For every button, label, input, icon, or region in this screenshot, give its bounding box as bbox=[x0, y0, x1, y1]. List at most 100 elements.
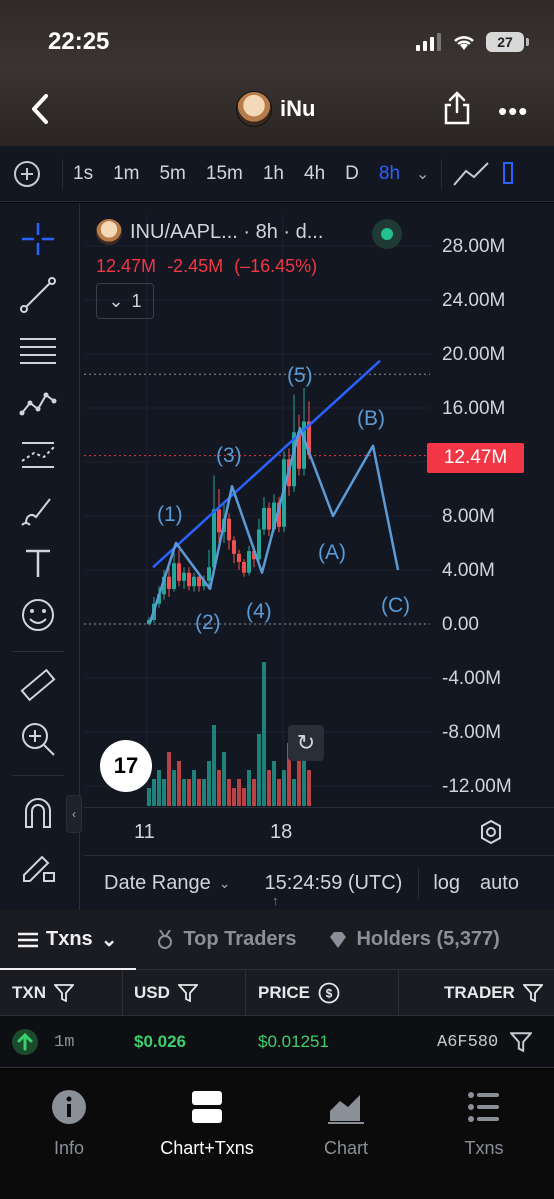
nav-chart-txns[interactable]: Chart+Txns bbox=[147, 1089, 267, 1159]
volume-bar bbox=[252, 779, 256, 806]
volume-bar bbox=[222, 752, 226, 806]
interval-4h[interactable]: 4h bbox=[304, 163, 325, 185]
chevron-down-icon: ⌄ bbox=[108, 290, 124, 311]
current-price-tag: 12.47M bbox=[427, 443, 524, 473]
tradingview-logo[interactable]: 17 bbox=[100, 740, 152, 792]
chart-icon bbox=[328, 1095, 364, 1124]
trader-cell[interactable]: A6F580 bbox=[437, 1016, 533, 1068]
txn-cell: 1m bbox=[12, 1016, 74, 1068]
table-row[interactable]: 1m $0.026 $0.01251 A6F580 bbox=[0, 1016, 554, 1068]
tab-holders[interactable]: Holders (5,377) bbox=[328, 928, 500, 951]
timezone-clock[interactable]: 15:24:59 (UTC) bbox=[264, 872, 402, 895]
interval-1h[interactable]: 1h bbox=[263, 163, 284, 185]
volume-bar bbox=[217, 770, 221, 806]
chart-settings-icon[interactable] bbox=[478, 819, 504, 845]
candle-body bbox=[247, 551, 251, 573]
currency-toggle-icon[interactable]: $ bbox=[318, 982, 340, 1004]
interval-1m[interactable]: 1m bbox=[113, 163, 139, 185]
y-tick: 20.00M bbox=[442, 344, 506, 365]
volume-bar bbox=[282, 770, 286, 806]
col-usd[interactable]: USD bbox=[134, 970, 198, 1016]
wave-label-a: (A) bbox=[318, 541, 346, 564]
nav-chart[interactable]: Chart bbox=[286, 1089, 406, 1159]
candle-body bbox=[177, 563, 181, 581]
interval-8h[interactable]: 8h bbox=[379, 163, 400, 185]
volume-bar bbox=[147, 788, 151, 806]
usd-cell: $0.026 bbox=[134, 1032, 186, 1051]
chevron-down-icon: ⌄ bbox=[100, 929, 118, 951]
indicator-count: 1 bbox=[131, 290, 142, 311]
y-tick: 28.00M bbox=[442, 236, 506, 257]
candle-body bbox=[242, 561, 246, 573]
candle-body bbox=[167, 576, 171, 589]
candle-body bbox=[227, 518, 231, 541]
x-tick: 18 bbox=[270, 821, 293, 843]
app-header: 22:25 27 iNu ••• bbox=[0, 0, 554, 146]
interval-5m[interactable]: 5m bbox=[159, 163, 185, 185]
reset-chart-icon[interactable]: ↻ bbox=[288, 725, 324, 761]
share-icon[interactable] bbox=[442, 90, 472, 126]
info-icon bbox=[52, 1090, 86, 1124]
volume-bar bbox=[257, 734, 261, 806]
col-price[interactable]: PRICE $ bbox=[258, 970, 340, 1016]
legend-change-pct: (–16.45%) bbox=[234, 256, 318, 276]
log-scale-toggle[interactable]: log bbox=[433, 872, 460, 895]
tab-top-traders[interactable]: Top Traders bbox=[155, 928, 296, 951]
nav-txns[interactable]: Txns bbox=[424, 1089, 544, 1159]
y-tick: 16.00M bbox=[442, 398, 506, 419]
y-tick: -8.00M bbox=[442, 722, 502, 743]
candle-body bbox=[207, 567, 211, 581]
chevron-down-icon[interactable]: ⌄ bbox=[219, 875, 231, 892]
volume-bar bbox=[232, 788, 236, 806]
filter-icon[interactable] bbox=[54, 984, 74, 1002]
volume-bar bbox=[272, 761, 276, 806]
chart-type-icon[interactable] bbox=[452, 159, 492, 189]
y-tick: -4.00M bbox=[442, 668, 502, 689]
y-tick: 8.00M bbox=[442, 506, 495, 527]
chart-area[interactable]: ‹ INU/AAPL... · 8h · d... 12.47M -2.45M … bbox=[0, 203, 554, 910]
battery-indicator: 27 bbox=[486, 32, 529, 52]
nav-info[interactable]: Info bbox=[9, 1089, 129, 1159]
filter-icon[interactable] bbox=[177, 984, 198, 1002]
date-range-button[interactable]: Date Range bbox=[104, 872, 211, 895]
auto-scale-toggle[interactable]: auto bbox=[480, 872, 519, 895]
volume-bar bbox=[242, 788, 246, 806]
filter-icon[interactable] bbox=[510, 1032, 533, 1052]
candle-body bbox=[237, 553, 241, 562]
add-symbol-icon[interactable] bbox=[14, 160, 40, 187]
wave-label-2: (2) bbox=[195, 611, 221, 634]
tab-txns[interactable]: Txns ⌄ bbox=[18, 927, 117, 952]
interval-15m[interactable]: 15m bbox=[206, 163, 243, 185]
volume-bar bbox=[157, 770, 161, 806]
col-txn[interactable]: TXN bbox=[12, 970, 74, 1016]
collapse-indicators-button[interactable]: ⌄ 1 bbox=[96, 283, 154, 319]
wave-label-3: (3) bbox=[216, 444, 242, 467]
volume-bar bbox=[212, 725, 216, 806]
interval-dropdown-icon[interactable]: ⌄ bbox=[416, 164, 429, 184]
candle-body bbox=[262, 507, 266, 530]
list-icon bbox=[468, 1092, 499, 1122]
page-title: iNu bbox=[280, 96, 316, 121]
token-title: iNu bbox=[236, 91, 315, 127]
more-icon[interactable]: ••• bbox=[498, 96, 528, 127]
chart-txns-icon bbox=[192, 1091, 222, 1123]
volume-bar bbox=[192, 770, 196, 806]
token-avatar bbox=[236, 91, 272, 127]
candles-icon[interactable] bbox=[502, 159, 516, 189]
chart-legend[interactable]: INU/AAPL... · 8h · d... bbox=[96, 219, 323, 245]
volume-bar bbox=[182, 779, 186, 806]
volume-bar bbox=[172, 770, 176, 806]
chart-toolbar: 1s 1m 5m 15m 1h 4h D 8h ⌄ bbox=[0, 146, 554, 202]
legend-title: INU/AAPL... · 8h · d... bbox=[130, 220, 324, 243]
interval-1s[interactable]: 1s bbox=[73, 163, 93, 185]
wave-label-c: (C) bbox=[381, 594, 411, 617]
list-icon bbox=[18, 932, 38, 947]
back-icon[interactable] bbox=[26, 92, 56, 126]
interval-d[interactable]: D bbox=[345, 163, 359, 185]
filter-icon[interactable] bbox=[522, 984, 543, 1002]
volume-bar bbox=[152, 779, 156, 806]
volume-bar bbox=[262, 662, 266, 806]
signal-icon bbox=[416, 33, 441, 51]
col-trader[interactable]: TRADER bbox=[444, 970, 543, 1016]
x-tick: 11 bbox=[134, 821, 155, 843]
